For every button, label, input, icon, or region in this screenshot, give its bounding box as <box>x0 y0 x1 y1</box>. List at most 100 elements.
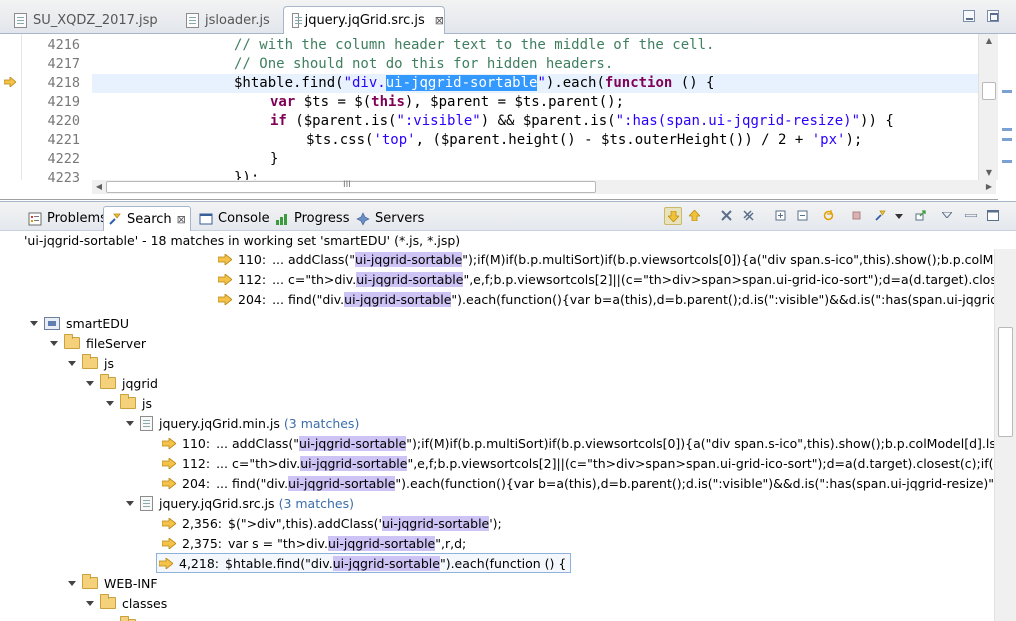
scrollbar-thumb[interactable] <box>998 327 1013 437</box>
code-comment: // One should not do this for hidden hea… <box>234 56 614 72</box>
scrollbar-thumb[interactable]: III <box>106 180 596 193</box>
tree-node-folder[interactable]: WEB-INF <box>68 573 158 593</box>
tree-node-file[interactable]: jquery.jqGrid.src.js (3 matches) <box>126 493 354 513</box>
code-string: ":visible" <box>396 113 481 129</box>
view-menu-button[interactable] <box>940 207 954 225</box>
tree-node-folder[interactable]: js <box>106 393 152 413</box>
overview-match-marker[interactable] <box>1002 90 1012 93</box>
editor-tab-jqgrid-src-js[interactable]: jquery.jqGrid.src.js ⊠ <box>283 6 445 34</box>
tab-progress[interactable]: Progress <box>271 206 353 231</box>
expand-twisty-icon[interactable] <box>68 580 76 586</box>
overview-match-marker[interactable] <box>1002 160 1012 163</box>
line-number-gutter: 4216 4217 4218 4219 4220 4221 4222 4223 <box>22 34 88 186</box>
code-string: " <box>537 75 546 91</box>
run-search-again-button[interactable] <box>820 207 838 225</box>
expand-twisty-icon[interactable] <box>86 600 94 606</box>
match-row[interactable]: 204: ... find("div. ui-jqgrid-sortable ").e… <box>218 289 994 309</box>
match-text: ").each(function(){var b=a(this),d=b.par… <box>395 475 994 491</box>
remove-all-matches-button[interactable] <box>740 207 758 225</box>
search-summary: 'ui-jqgrid-sortable' - 18 matches in wor… <box>24 233 461 248</box>
maximize-icon[interactable] <box>987 10 999 22</box>
match-highlight: ui-jqgrid-sortable <box>344 291 452 307</box>
match-highlight: ui-jqgrid-sortable <box>381 515 490 531</box>
maximize-view-button[interactable] <box>986 207 1000 225</box>
match-text: ",e,f;b.p.viewsortcols[2]||(c="th>div>sp… <box>407 455 994 471</box>
match-line-number: 110: <box>238 251 267 267</box>
editor-vertical-scrollbar[interactable]: ▲ ▼ <box>978 34 998 180</box>
scroll-right-icon[interactable]: ▶ <box>982 180 996 194</box>
expand-all-button[interactable] <box>772 207 790 225</box>
editor-tab-su-xqdz-jsp[interactable]: SU_XQDZ_2017.jsp <box>6 6 158 34</box>
next-match-button[interactable] <box>664 207 682 225</box>
cancel-search-button[interactable] <box>848 207 866 225</box>
match-row[interactable]: 204: ... find("div. ui-jqgrid-sortable ").e… <box>162 473 994 493</box>
tree-node-folder[interactable]: fileServer <box>50 333 146 353</box>
match-text: '); <box>489 515 502 531</box>
tree-node-label: fileServer <box>86 335 147 351</box>
overview-match-marker[interactable] <box>1002 138 1012 141</box>
previous-match-button[interactable] <box>686 207 704 225</box>
scroll-left-icon[interactable]: ◀ <box>92 180 106 194</box>
tree-node-folder[interactable] <box>106 615 142 621</box>
tree-node-file[interactable]: jquery.jqGrid.min.js (3 matches) <box>126 413 359 433</box>
search-history-button[interactable] <box>872 207 890 225</box>
collapse-all-button[interactable] <box>794 207 812 225</box>
search-results-tree[interactable]: 110:... addClass(" ui-jqgrid-sortable ");i… <box>0 249 994 621</box>
match-row[interactable]: 110: ... addClass(" ui-jqgrid-sortable ");i… <box>162 433 994 453</box>
close-tab-icon[interactable]: ⊠ <box>177 213 186 226</box>
editor-tab-jsloader-js[interactable]: jsloader.js <box>178 6 270 34</box>
expand-twisty-icon[interactable] <box>30 320 38 326</box>
tab-servers[interactable]: Servers <box>352 206 428 231</box>
code-token: ); <box>845 132 863 148</box>
match-line-number: 2,356: <box>182 515 222 531</box>
match-row[interactable]: 112: ... c="th>div. ui-jqgrid-sortable ",e,… <box>162 453 994 473</box>
expand-twisty-icon[interactable] <box>106 400 114 406</box>
expand-twisty-icon[interactable] <box>50 340 58 346</box>
eclipse-window: SU_XQDZ_2017.jsp jsloader.js jquery.jqGr… <box>0 0 1016 621</box>
minimize-view-button[interactable] <box>964 207 978 225</box>
match-arrow-icon <box>159 557 173 569</box>
minimize-icon[interactable] <box>963 10 975 22</box>
match-row[interactable]: 112: ... c="th>div. ui-jqgrid-sortable ",e,… <box>218 269 994 289</box>
match-row[interactable]: 2,375: var s = "th>div. ui-jqgrid-sortable… <box>162 533 466 553</box>
tab-search[interactable]: Search ⊠ <box>103 206 191 231</box>
match-line-number: 204: <box>238 291 267 307</box>
match-row-selected[interactable]: 4,218: $htable.find("div. ui-jqgrid-sortab… <box>156 553 572 573</box>
tab-label: Progress <box>294 211 350 226</box>
expand-twisty-icon[interactable] <box>126 500 134 506</box>
code-line: $ts.css('top', ($parent.height() - $ts.o… <box>92 131 978 150</box>
scrollbar-grip: III <box>343 180 351 190</box>
match-highlight: ui-jqgrid-sortable <box>327 535 436 551</box>
project-icon <box>44 316 60 330</box>
overview-match-marker[interactable] <box>1002 128 1012 131</box>
scroll-up-icon[interactable]: ▲ <box>982 34 996 48</box>
code-token: () { <box>672 75 715 91</box>
editor-horizontal-scrollbar[interactable]: ◀ III ▶ <box>92 180 996 194</box>
code-area[interactable]: // with the column header text to the mi… <box>92 34 978 180</box>
expand-twisty-icon[interactable] <box>86 380 94 386</box>
close-tab-icon[interactable]: ⊠ <box>435 14 444 27</box>
expand-twisty-icon[interactable] <box>126 420 134 426</box>
scrollbar-thumb[interactable] <box>982 82 996 100</box>
history-dropdown-button[interactable] <box>894 207 904 225</box>
tree-node-folder[interactable]: classes <box>86 593 167 613</box>
match-arrow-icon <box>218 253 232 265</box>
tab-problems[interactable]: Problems <box>24 206 111 231</box>
tree-node-label: jquery.jqGrid.min.js <box>159 415 280 431</box>
tab-console[interactable]: Console <box>195 206 274 231</box>
tree-node-project[interactable]: smartEDU <box>30 313 129 333</box>
tree-node-folder[interactable]: jqgrid <box>86 373 158 393</box>
line-number: 4218 <box>47 75 80 91</box>
results-vertical-scrollbar[interactable] <box>994 249 1016 621</box>
remove-match-button[interactable] <box>718 207 736 225</box>
tab-label: Servers <box>375 211 425 226</box>
match-row[interactable]: 110: ... addClass(" ui-jqgrid-sortable ");i… <box>218 249 994 269</box>
match-line-number: 4,218: <box>179 555 219 571</box>
overview-ruler[interactable] <box>998 34 1016 200</box>
expand-twisty-icon[interactable] <box>68 360 76 366</box>
match-line-number: 112: <box>182 455 211 471</box>
scroll-down-icon[interactable]: ▼ <box>982 166 996 180</box>
match-row[interactable]: 2,356: $(">div",this).addClass(' ui-jqgrid… <box>162 513 502 533</box>
pin-view-button[interactable] <box>912 207 930 225</box>
tree-node-folder[interactable]: js <box>68 353 114 373</box>
